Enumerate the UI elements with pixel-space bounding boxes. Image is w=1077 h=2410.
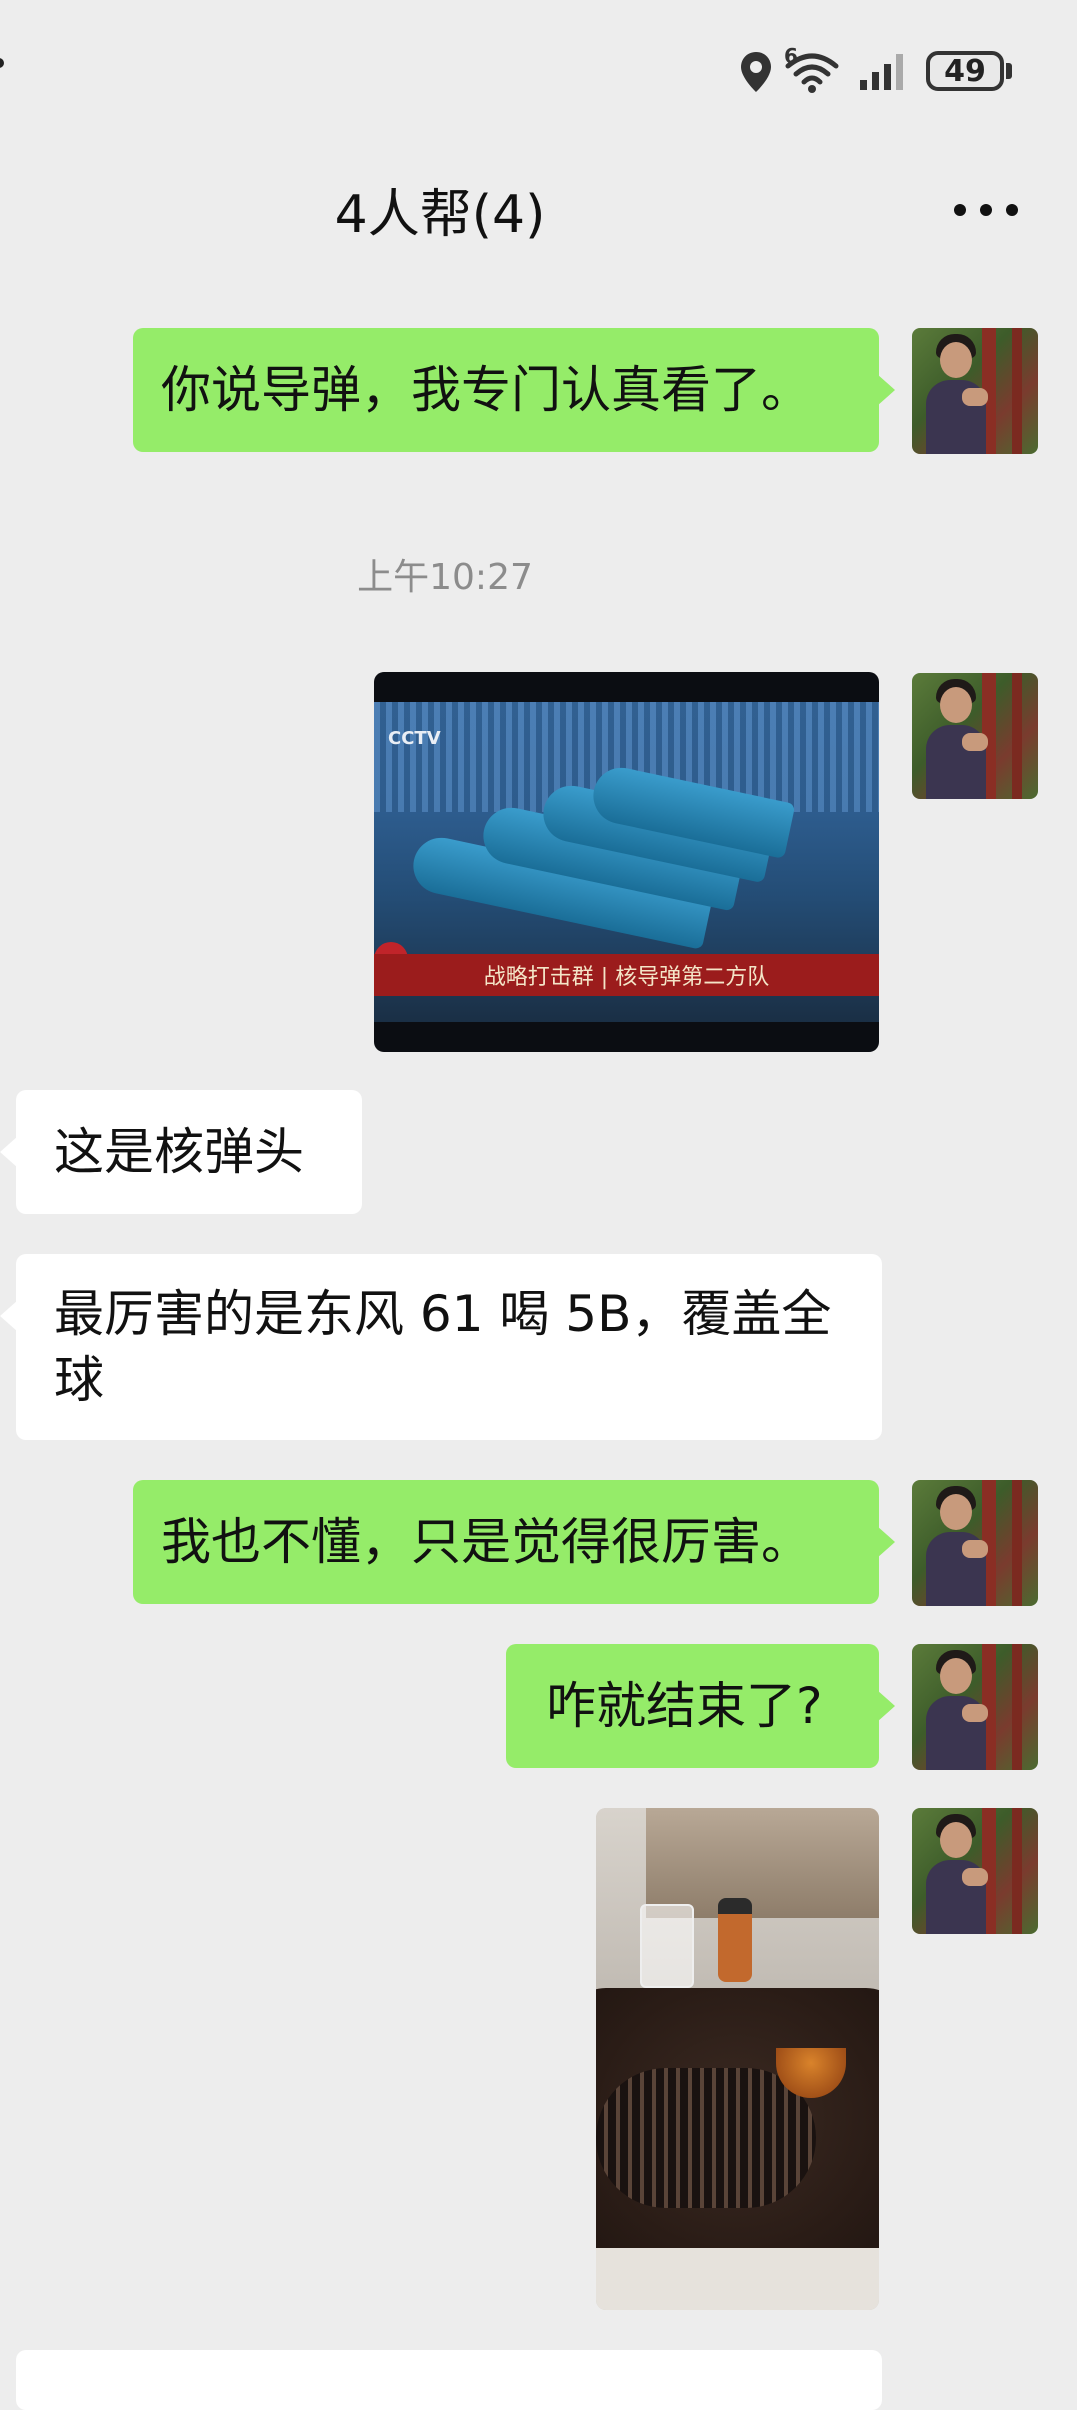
avatar[interactable]: [912, 1808, 1038, 1934]
message-bubble-outgoing[interactable]: 咋就结束了?: [506, 1644, 895, 1768]
message-bubble-incoming[interactable]: 这是核弹头: [0, 1090, 362, 1214]
avatar[interactable]: [912, 673, 1038, 799]
message-text: 我也不懂，只是觉得很厉害。: [161, 1513, 811, 1571]
battery-icon: 49: [926, 51, 1004, 91]
avatar[interactable]: [912, 1480, 1038, 1606]
location-pin-icon: [741, 52, 771, 92]
chat-title: 4人帮(4): [334, 185, 546, 245]
cellular-signal-icon: [860, 54, 903, 90]
more-dots-icon: [954, 204, 966, 216]
message-bubble-incoming[interactable]: 最厉害的是东风 61 喝 5B，覆盖全球: [0, 1254, 882, 1440]
avatar[interactable]: [912, 328, 1038, 454]
tv-caption: 战略打击群 | 核导弹第二方队: [374, 954, 879, 996]
avatar[interactable]: [912, 1644, 1038, 1770]
message-text: 你说导弹，我专门认真看了。: [161, 361, 811, 419]
battery-level: 49: [944, 53, 986, 89]
image-message-tv[interactable]: CCTV 战略打击群 | 核导弹第二方队: [374, 672, 879, 1052]
message-timestamp: 上午10:27: [357, 557, 533, 598]
more-options-button[interactable]: [954, 200, 1018, 220]
message-text: 这是核弹头: [54, 1123, 304, 1181]
image-message-tea[interactable]: [596, 1808, 879, 2310]
battery-tip: [1006, 63, 1012, 79]
message-bubble-incoming-partial[interactable]: [16, 2350, 882, 2410]
chat-header: 4人帮(4): [0, 140, 1077, 280]
status-bar: 6 49: [0, 0, 1077, 140]
message-text: 咋就结束了?: [546, 1677, 823, 1735]
network-type-label: 6: [784, 44, 798, 68]
message-bubble-outgoing[interactable]: 我也不懂，只是觉得很厉害。: [133, 1480, 895, 1604]
message-bubble-outgoing[interactable]: 你说导弹，我专门认真看了。: [133, 328, 895, 452]
tv-channel-logo: CCTV: [388, 728, 441, 749]
notification-dot: [0, 58, 4, 68]
message-text: 最厉害的是东风 61 喝 5B，覆盖全球: [54, 1285, 832, 1409]
